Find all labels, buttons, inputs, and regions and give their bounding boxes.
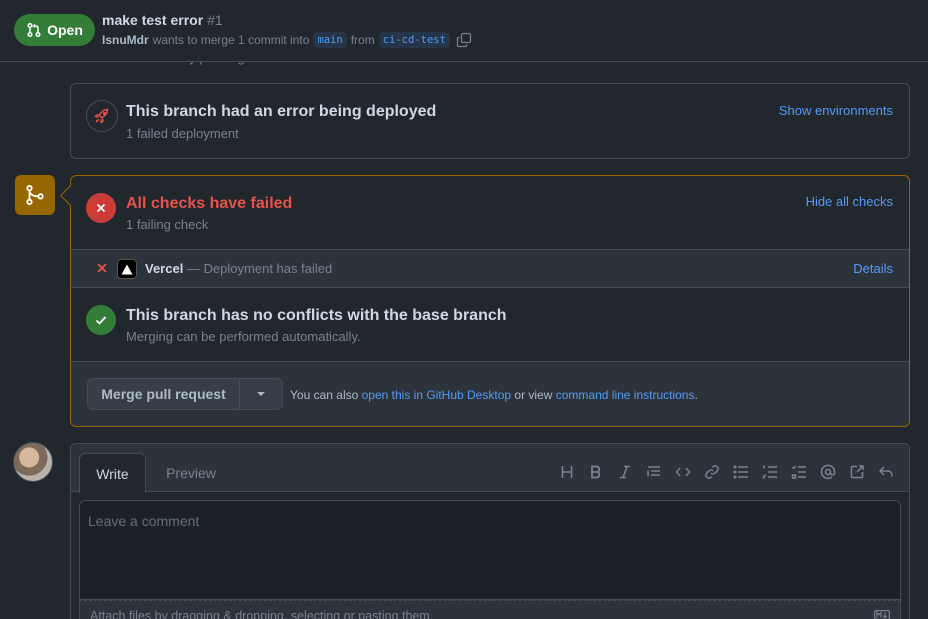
pr-meta-text: wants to merge 1 commit into	[152, 33, 310, 47]
unordered-list-icon[interactable]	[732, 463, 750, 481]
merge-box: All checks have failed 1 failing check H…	[70, 175, 910, 427]
conflicts-section: This branch has no conflicts with the ba…	[71, 288, 909, 362]
head-branch-tag[interactable]: ci-cd-test	[378, 32, 450, 48]
check-app-name: Vercel	[145, 261, 184, 276]
vercel-logo-icon	[117, 259, 137, 279]
pr-from-text: from	[350, 33, 375, 47]
quote-icon[interactable]	[645, 463, 663, 481]
attach-files-bar[interactable]: Attach files by dragging & dropping, sel…	[79, 600, 901, 619]
merge-note-prefix: You can also	[290, 388, 359, 402]
command-line-instructions-link[interactable]: command line instructions	[556, 388, 695, 402]
markdown-icon[interactable]	[874, 610, 890, 619]
merge-pull-request-button[interactable]: Merge pull request	[88, 379, 240, 409]
check-row: Vercel — Deployment has failed Details	[71, 250, 909, 288]
pr-title: make test error #1	[102, 12, 223, 28]
italic-icon[interactable]	[616, 463, 634, 481]
bold-icon[interactable]	[587, 463, 605, 481]
pr-number: #1	[207, 12, 223, 28]
attach-files-text: Attach files by dragging & dropping, sel…	[90, 609, 434, 619]
conflicts-subtitle: Merging can be performed automatically.	[126, 329, 361, 344]
deployment-subtitle: 1 failed deployment	[126, 126, 239, 141]
checks-title: All checks have failed	[126, 195, 293, 212]
check-name: Vercel — Deployment has failed	[145, 261, 332, 276]
merge-note-suffix: .	[694, 388, 698, 402]
x-icon	[97, 263, 107, 273]
comment-box: Write Preview Leave a comment Attach fil…	[70, 443, 910, 619]
pr-state-label: Open	[47, 22, 83, 38]
check-description: — Deployment has failed	[186, 261, 333, 276]
pr-state-badge: Open	[14, 14, 95, 46]
deployment-status-box: This branch had an error being deployed …	[70, 83, 910, 159]
x-circle-icon	[86, 193, 116, 223]
pr-meta: IsnuMdr wants to merge 1 commit into mai…	[102, 32, 472, 48]
pr-author[interactable]: IsnuMdr	[102, 33, 149, 47]
show-environments-link[interactable]: Show environments	[779, 103, 893, 118]
copy-icon[interactable]	[456, 32, 472, 48]
tab-preview[interactable]: Preview	[155, 453, 227, 493]
deployment-title: This branch had an error being deployed	[126, 103, 437, 120]
cross-reference-icon[interactable]	[848, 463, 866, 481]
check-circle-icon	[86, 305, 116, 335]
task-list-icon[interactable]	[790, 463, 808, 481]
checks-subtitle: 1 failing check	[126, 217, 209, 232]
comment-tabs-bar: Write Preview	[71, 444, 909, 493]
markdown-toolbar	[558, 463, 895, 481]
merge-note: You can also open this in GitHub Desktop…	[290, 388, 698, 402]
git-merge-icon	[15, 175, 55, 215]
triangle-down-icon	[257, 392, 265, 396]
code-icon[interactable]	[674, 463, 692, 481]
link-icon[interactable]	[703, 463, 721, 481]
avatar[interactable]	[13, 442, 53, 482]
base-branch-tag[interactable]: main	[313, 32, 347, 48]
conflicts-title: This branch has no conflicts with the ba…	[126, 307, 507, 324]
mention-icon[interactable]	[819, 463, 837, 481]
checks-section: All checks have failed 1 failing check H…	[71, 176, 909, 250]
merge-note-middle: or view	[514, 388, 553, 402]
open-github-desktop-link[interactable]: open this in GitHub Desktop	[362, 388, 511, 402]
ordered-list-icon[interactable]	[761, 463, 779, 481]
merge-method-dropdown[interactable]	[240, 379, 282, 409]
pr-sticky-header: Open make test error #1 IsnuMdr wants to…	[0, 0, 928, 62]
heading-icon[interactable]	[558, 463, 576, 481]
tab-write[interactable]: Write	[79, 453, 146, 493]
git-pull-request-icon	[27, 22, 41, 38]
pr-title-text: make test error	[102, 12, 204, 28]
comment-textarea[interactable]: Leave a comment	[79, 500, 901, 600]
reply-icon[interactable]	[877, 463, 895, 481]
hide-all-checks-link[interactable]: Hide all checks	[806, 194, 893, 209]
rocket-icon	[86, 100, 118, 132]
merge-button-group: Merge pull request	[87, 378, 283, 410]
merge-actions: Merge pull request You can also open thi…	[71, 362, 909, 426]
check-details-link[interactable]: Details	[853, 261, 893, 276]
